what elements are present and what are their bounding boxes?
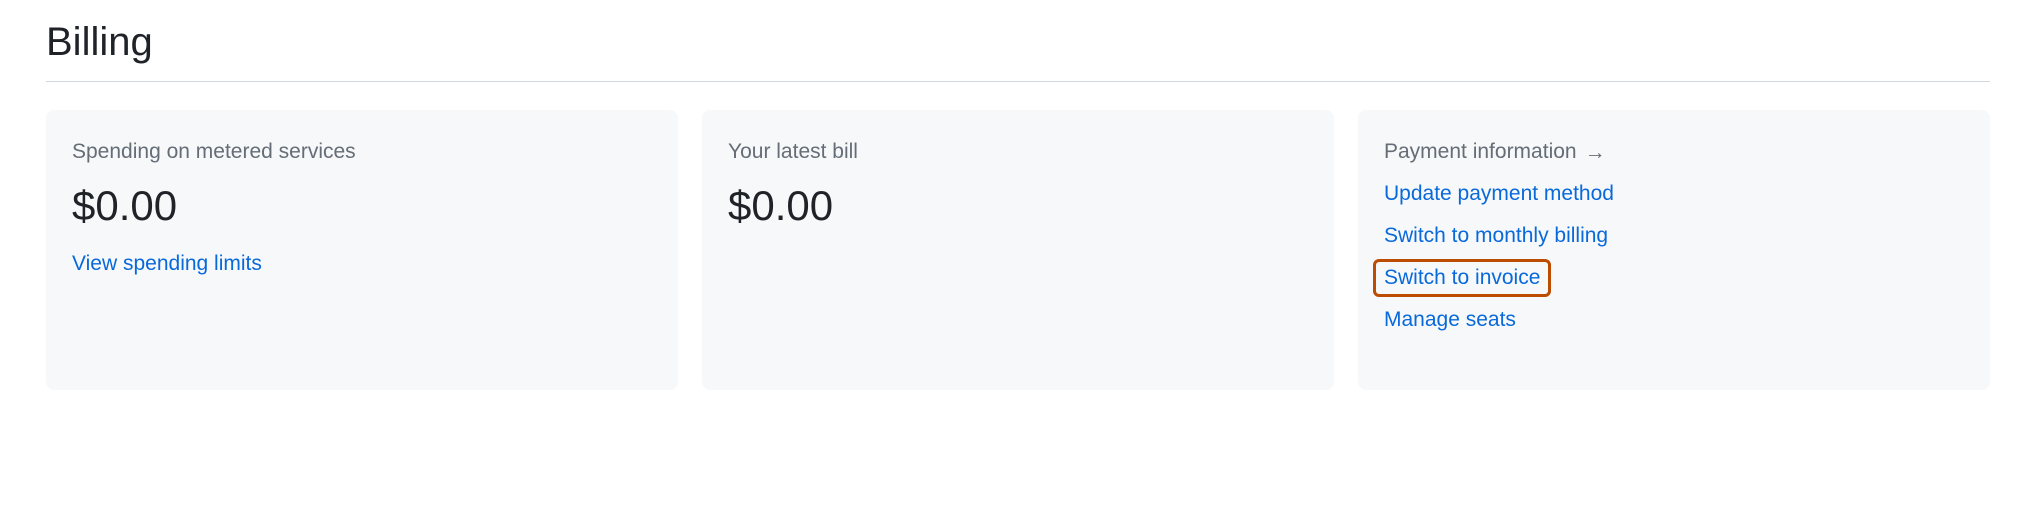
update-payment-method-link[interactable]: Update payment method <box>1384 182 1964 206</box>
latest-bill-amount: $0.00 <box>728 182 1308 230</box>
payment-information-link[interactable]: Payment information → <box>1384 140 1964 164</box>
payment-info-card: Payment information → Update payment met… <box>1358 110 1990 390</box>
latest-bill-card-label: Your latest bill <box>728 140 1308 164</box>
arrow-right-icon: → <box>1585 142 1606 163</box>
spending-amount: $0.00 <box>72 182 652 230</box>
switch-to-invoice-link[interactable]: Switch to invoice <box>1384 266 1540 290</box>
payment-info-label-text: Payment information <box>1384 140 1577 164</box>
spending-card-label: Spending on metered services <box>72 140 652 164</box>
page-title: Billing <box>46 20 1990 65</box>
switch-to-invoice-highlight: Switch to invoice <box>1373 259 1551 297</box>
title-divider <box>46 81 1990 82</box>
latest-bill-card: Your latest bill $0.00 <box>702 110 1334 390</box>
manage-seats-link[interactable]: Manage seats <box>1384 308 1964 332</box>
billing-cards-row: Spending on metered services $0.00 View … <box>46 110 1990 390</box>
payment-links-list: Update payment method Switch to monthly … <box>1384 182 1964 332</box>
switch-monthly-billing-link[interactable]: Switch to monthly billing <box>1384 224 1964 248</box>
view-spending-limits-link[interactable]: View spending limits <box>72 252 262 276</box>
spending-card: Spending on metered services $0.00 View … <box>46 110 678 390</box>
